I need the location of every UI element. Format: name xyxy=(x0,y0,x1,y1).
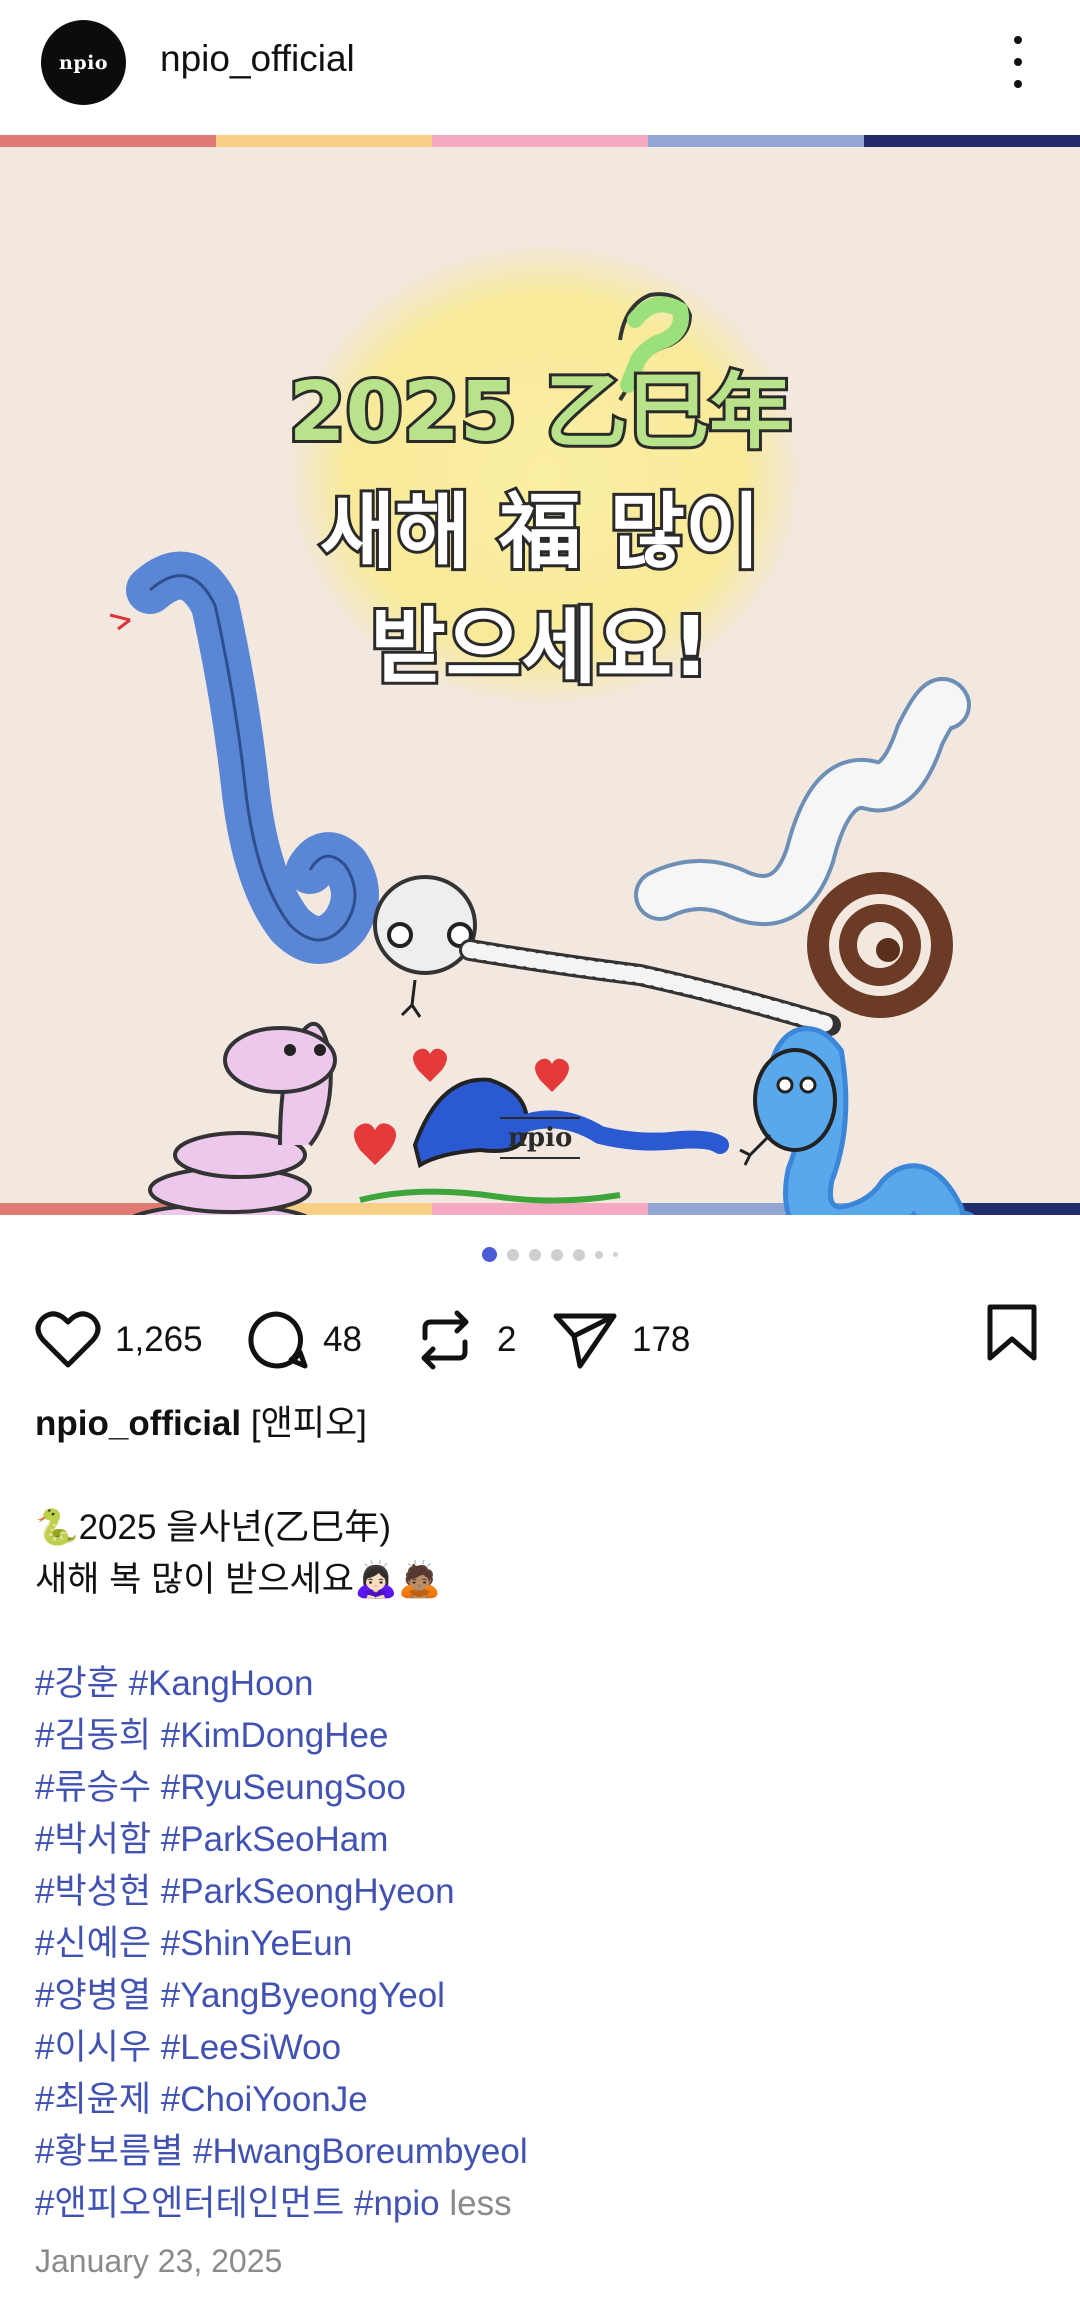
hashtag-line[interactable]: #박서함 #ParkSeoHam xyxy=(35,1814,1045,1866)
post-image[interactable]: 2025 乙巳年 새해 福 많이 받으세요! npio xyxy=(0,135,1080,1215)
hashtag-line[interactable]: #이시우 #LeeSiWoo xyxy=(35,2022,1045,2074)
avatar-logo-text: npio xyxy=(59,51,108,74)
headline-greeting: 새해 福 많이 xyxy=(317,482,764,583)
bookmark-icon xyxy=(987,1304,1037,1361)
brand-logo: npio xyxy=(500,1117,581,1159)
white-snake-illustration xyxy=(634,677,971,926)
share-button[interactable]: 178 xyxy=(552,1300,690,1380)
repost-icon xyxy=(421,1310,469,1370)
post-header: npio npio_official xyxy=(0,0,1080,132)
carousel-dot xyxy=(613,1252,618,1257)
headline-year: 2025 乙巳年 xyxy=(286,362,795,463)
caption-username[interactable]: npio_official xyxy=(35,1404,241,1443)
hashtag-line[interactable]: #강훈 #KangHoon xyxy=(35,1658,1045,1710)
pink-snake-illustration xyxy=(132,1021,337,1215)
hashtag-line[interactable]: #최윤제 #ChoiYoonJe xyxy=(35,2074,1045,2126)
carousel-dot xyxy=(551,1248,563,1261)
repost-button[interactable]: 2 xyxy=(415,1300,516,1380)
like-button[interactable]: 1,265 xyxy=(35,1300,203,1380)
post-date: January 23, 2025 xyxy=(35,2243,283,2279)
carousel-dot xyxy=(529,1248,541,1261)
username[interactable]: npio_official xyxy=(160,38,355,80)
headline-greeting-end: 받으세요! xyxy=(367,597,712,698)
repost-count: 2 xyxy=(497,1320,517,1359)
share-count: 178 xyxy=(632,1320,691,1359)
more-options-icon[interactable] xyxy=(1000,36,1036,88)
hashtag-line[interactable]: #김동희 #KimDongHee xyxy=(35,1710,1045,1762)
hashtag-line[interactable]: #류승수 #RyuSeungSoo xyxy=(35,1762,1045,1814)
post-caption: npio_official [앤피오] 🐍2025 을사년(乙巳年) 새해 복 … xyxy=(35,1398,1045,2230)
caption-name-tag: [앤피오] xyxy=(250,1404,367,1443)
carousel-dot xyxy=(595,1250,603,1259)
less-link[interactable]: less xyxy=(449,2184,511,2223)
send-icon xyxy=(553,1313,617,1369)
brown-snake-illustration xyxy=(807,872,953,1018)
carousel-indicator xyxy=(482,1247,618,1262)
light-blue-snake-illustration xyxy=(739,1026,975,1215)
carousel-dot xyxy=(573,1248,585,1261)
action-bar: 1,265 48 2 178 xyxy=(0,1300,1080,1380)
hashtag-line[interactable]: #황보름별 #HwangBoreumbyeol xyxy=(35,2126,1045,2178)
like-count: 1,265 xyxy=(115,1320,203,1359)
comment-count: 48 xyxy=(323,1320,362,1359)
hashtag-line[interactable]: #박성현 #ParkSeongHyeon xyxy=(35,1866,1045,1918)
hashtag-line[interactable]: #신예은 #ShinYeEun xyxy=(35,1918,1045,1970)
hashtag-line[interactable]: #앤피오엔터테인먼트 #npio xyxy=(35,2184,440,2223)
caption-line-1: 🐍2025 을사년(乙巳年) xyxy=(35,1508,392,1547)
carousel-dot-active xyxy=(482,1247,497,1262)
avatar[interactable]: npio xyxy=(41,20,126,105)
carousel-dot xyxy=(507,1248,519,1261)
comment-icon xyxy=(248,1311,308,1369)
comment-button[interactable]: 48 xyxy=(245,1300,362,1380)
hashtag-line[interactable]: #양병열 #YangByeongYeol xyxy=(35,1970,1045,2022)
heart-icon xyxy=(35,1311,101,1368)
bookmark-button[interactable] xyxy=(985,1303,1039,1368)
caption-line-2: 새해 복 많이 받으세요🙇🏻‍♀️🙇🏽 xyxy=(35,1560,442,1599)
